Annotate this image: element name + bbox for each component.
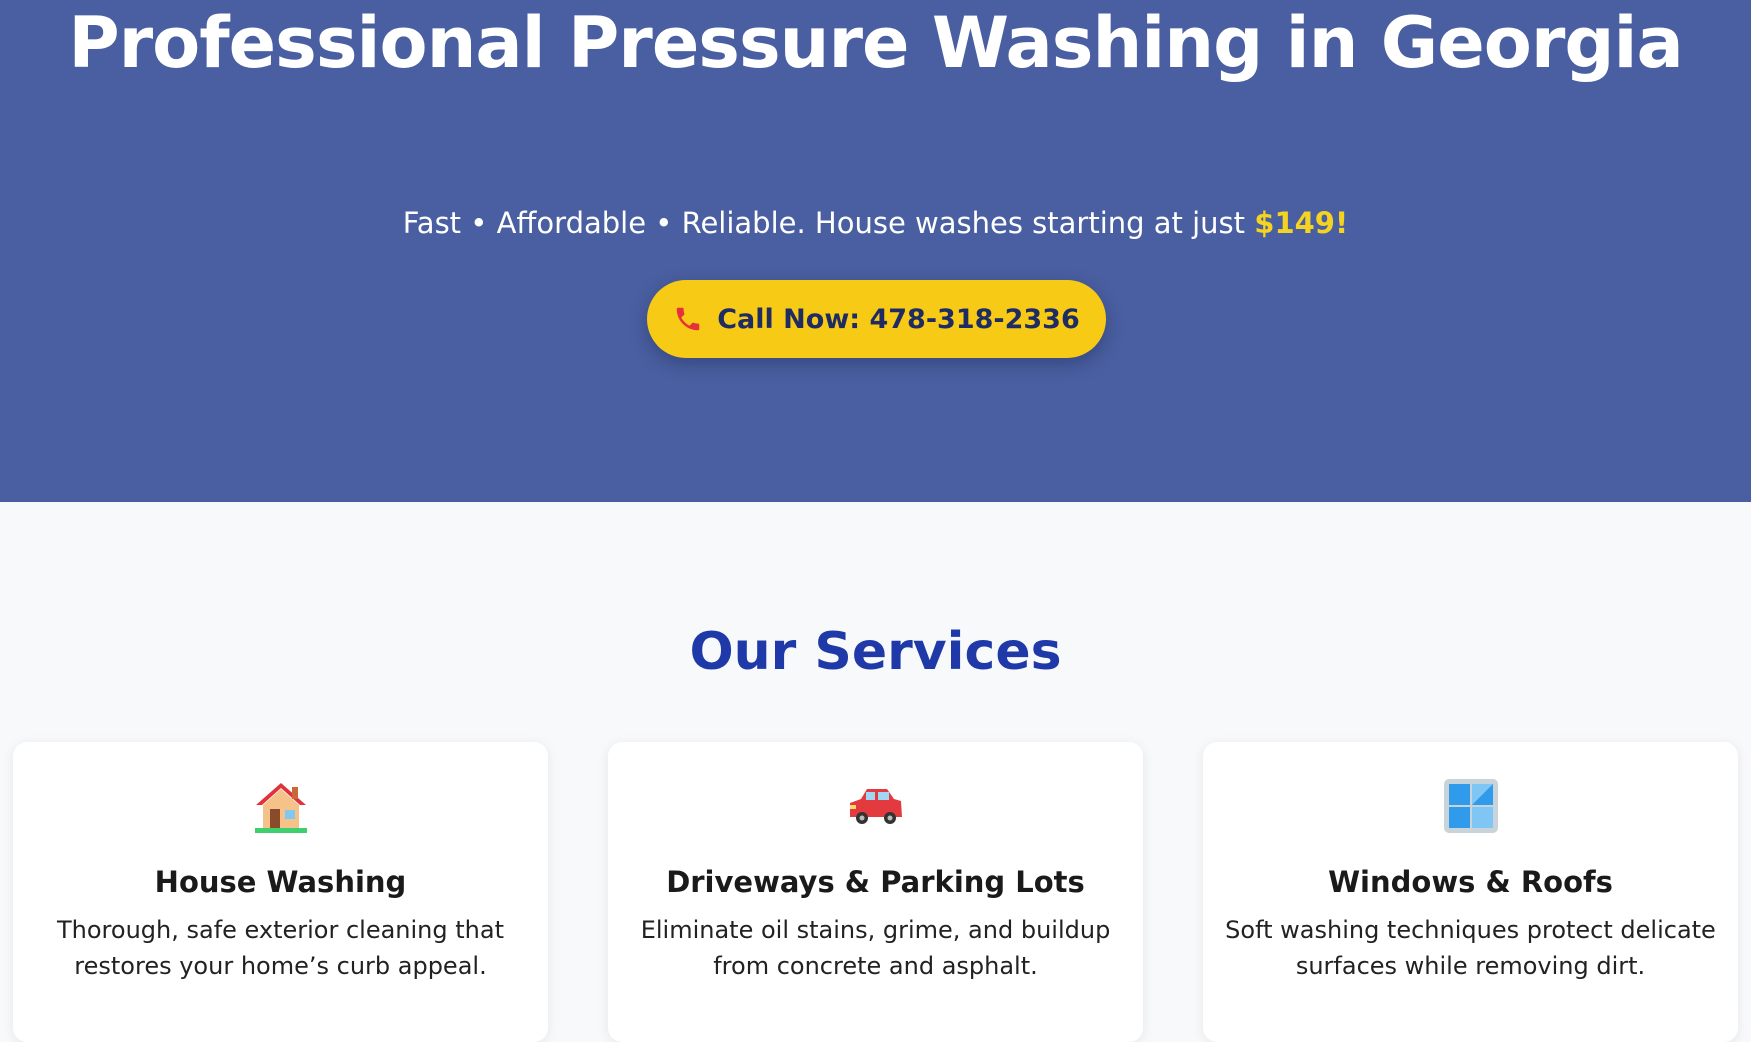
hero-subtitle: Fast • Affordable • Reliable. House wash… xyxy=(0,203,1751,243)
call-now-label: Call Now: 478-318-2336 xyxy=(717,303,1080,335)
window-icon xyxy=(1203,777,1738,835)
hero-subtitle-text: Fast • Affordable • Reliable. House wash… xyxy=(402,206,1255,240)
car-icon xyxy=(608,777,1143,835)
service-card-house-washing: House Washing Thorough, safe exterior cl… xyxy=(13,742,548,1042)
phone-icon xyxy=(673,304,703,334)
hero-section: Professional Pressure Washing in Georgia… xyxy=(0,0,1751,502)
service-card-driveways: Driveways & Parking Lots Eliminate oil s… xyxy=(608,742,1143,1042)
service-description: Eliminate oil stains, grime, and buildup… xyxy=(640,916,1111,980)
service-description: Soft washing techniques protect delicate… xyxy=(1225,916,1716,980)
service-title: Windows & Roofs xyxy=(1328,865,1613,899)
hero-title: Professional Pressure Washing in Georgia xyxy=(68,2,1683,84)
service-title: Driveways & Parking Lots xyxy=(666,865,1085,899)
call-now-button[interactable]: Call Now: 478-318-2336 xyxy=(647,280,1106,358)
services-heading: Our Services xyxy=(689,622,1062,682)
service-description: Thorough, safe exterior cleaning that re… xyxy=(56,916,504,980)
service-card-windows-roofs: Windows & Roofs Soft washing techniques … xyxy=(1203,742,1738,1042)
service-title: House Washing xyxy=(154,865,407,899)
house-icon xyxy=(13,777,548,835)
hero-price: $149! xyxy=(1254,206,1349,240)
